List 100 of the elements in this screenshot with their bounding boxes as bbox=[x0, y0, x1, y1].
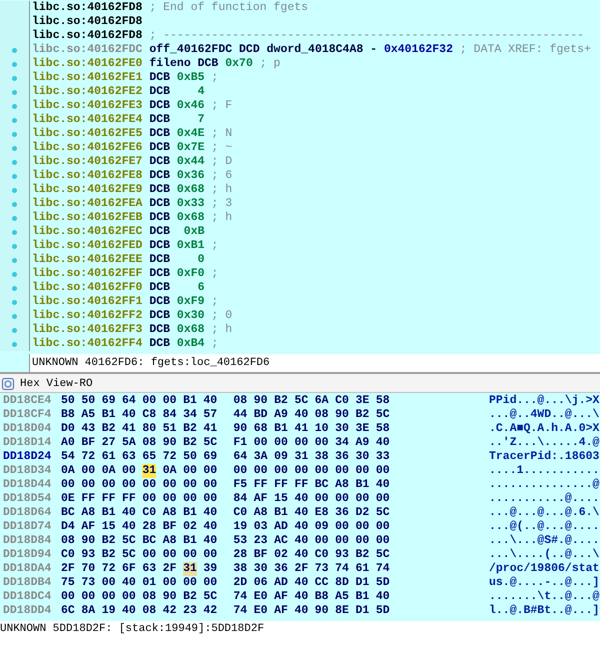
hex-byte[interactable]: 90 bbox=[335, 408, 349, 422]
hex-byte[interactable]: 00 bbox=[355, 534, 370, 548]
hex-byte[interactable]: 64 bbox=[233, 450, 248, 464]
hex-byte[interactable]: B8 bbox=[314, 590, 329, 604]
hex-byte[interactable]: 40 bbox=[122, 576, 136, 590]
hex-byte[interactable]: 63 bbox=[142, 562, 156, 576]
hex-byte[interactable]: B2 bbox=[274, 394, 288, 408]
hex-byte[interactable]: 00 bbox=[274, 464, 288, 478]
hex-byte[interactable]: 61 bbox=[102, 450, 116, 464]
hex-byte[interactable]: A8 bbox=[335, 478, 349, 492]
hex-byte[interactable]: 42 bbox=[162, 604, 177, 618]
hex-byte[interactable]: B1 bbox=[274, 422, 288, 436]
hex-byte[interactable]: 63 bbox=[122, 450, 136, 464]
hex-byte[interactable]: 00 bbox=[102, 576, 116, 590]
hex-byte[interactable]: AC bbox=[274, 534, 288, 548]
hex-byte[interactable]: 00 bbox=[274, 436, 288, 450]
hex-byte[interactable]: 30 bbox=[355, 450, 370, 464]
hex-byte[interactable]: FF bbox=[122, 492, 136, 506]
hex-byte[interactable]: 43 bbox=[81, 422, 96, 436]
hex-byte[interactable]: 5C bbox=[376, 548, 390, 562]
hex-byte[interactable]: A8 bbox=[81, 506, 96, 520]
hex-byte[interactable]: 5C bbox=[376, 408, 390, 422]
hex-byte[interactable]: 50 bbox=[81, 394, 96, 408]
hex-byte[interactable]: E8 bbox=[314, 506, 329, 520]
hex-byte[interactable]: 00 bbox=[102, 478, 116, 492]
hex-byte[interactable]: 00 bbox=[203, 548, 218, 562]
hex-byte[interactable]: 8A bbox=[81, 604, 96, 618]
hex-byte[interactable]: 72 bbox=[162, 450, 177, 464]
hex-byte[interactable]: 93 bbox=[81, 548, 96, 562]
hex-byte[interactable]: 00 bbox=[81, 590, 96, 604]
hex-byte[interactable]: 80 bbox=[142, 422, 156, 436]
hex-byte[interactable]: 09 bbox=[314, 520, 329, 534]
hex-byte[interactable]: 00 bbox=[162, 492, 177, 506]
hex-byte[interactable]: 01 bbox=[142, 576, 156, 590]
hex-byte[interactable]: B8 bbox=[61, 408, 75, 422]
hex-byte[interactable]: CC bbox=[314, 576, 329, 590]
hex-byte[interactable]: 36 bbox=[335, 506, 349, 520]
hex-byte[interactable]: 00 bbox=[183, 478, 197, 492]
hex-byte[interactable]: AF bbox=[274, 604, 288, 618]
hex-byte[interactable]: 00 bbox=[142, 394, 156, 408]
hex-byte[interactable]: 00 bbox=[162, 394, 177, 408]
hex-byte[interactable]: 10 bbox=[314, 422, 329, 436]
hex-byte[interactable]: 06 bbox=[254, 576, 268, 590]
hex-byte[interactable]: 00 bbox=[203, 478, 218, 492]
hex-byte[interactable]: BC bbox=[142, 534, 156, 548]
hex-byte[interactable]: 40 bbox=[122, 408, 136, 422]
hex-byte[interactable]: FF bbox=[102, 492, 116, 506]
hex-byte[interactable]: 5A bbox=[122, 436, 136, 450]
hex-byte[interactable]: FF bbox=[81, 492, 96, 506]
hex-byte[interactable]: 5C bbox=[203, 436, 218, 450]
hex-byte[interactable]: 00 bbox=[376, 520, 390, 534]
hex-byte[interactable]: C0 bbox=[142, 506, 156, 520]
hex-byte[interactable]: 03 bbox=[254, 520, 268, 534]
hex-byte[interactable]: B1 bbox=[183, 534, 197, 548]
hex-byte[interactable]: 00 bbox=[61, 478, 75, 492]
hex-byte[interactable]: 5C bbox=[122, 534, 136, 548]
hex-byte[interactable]: 00 bbox=[122, 590, 136, 604]
hex-byte[interactable]: 42 bbox=[203, 604, 218, 618]
hex-byte[interactable]: C8 bbox=[142, 408, 156, 422]
hex-byte[interactable]: 00 bbox=[142, 492, 156, 506]
hex-byte[interactable]: 74 bbox=[233, 590, 248, 604]
hex-byte[interactable]: 6A bbox=[314, 394, 329, 408]
hex-byte[interactable]: A9 bbox=[355, 436, 370, 450]
hex-byte[interactable]: AF bbox=[274, 590, 288, 604]
hex-byte[interactable]: A0 bbox=[61, 436, 75, 450]
hex-byte[interactable]: BF bbox=[162, 520, 177, 534]
hex-byte[interactable]: 90 bbox=[233, 422, 248, 436]
hex-byte[interactable]: 00 bbox=[355, 520, 370, 534]
hex-byte[interactable]: 40 bbox=[203, 520, 218, 534]
hex-byte[interactable]: 33 bbox=[376, 450, 390, 464]
hex-byte[interactable]: 40 bbox=[294, 520, 308, 534]
hex-byte[interactable]: 00 bbox=[81, 478, 96, 492]
hex-byte[interactable]: 5C bbox=[203, 590, 218, 604]
hex-byte[interactable]: 27 bbox=[102, 436, 116, 450]
hex-byte[interactable]: 40 bbox=[203, 534, 218, 548]
hex-byte[interactable]: 2D bbox=[233, 576, 248, 590]
hex-byte[interactable]: 08 bbox=[142, 590, 156, 604]
hex-byte[interactable]: 08 bbox=[61, 534, 75, 548]
hex-byte[interactable]: 00 bbox=[61, 590, 75, 604]
hex-byte[interactable]: 00 bbox=[294, 436, 308, 450]
hex-byte[interactable]: FF bbox=[294, 478, 308, 492]
hex-byte[interactable]: D4 bbox=[61, 520, 75, 534]
hex-byte[interactable]: 40 bbox=[376, 478, 390, 492]
hex-byte[interactable]: 5D bbox=[376, 604, 390, 618]
hex-byte[interactable]: 09 bbox=[274, 450, 288, 464]
hex-byte[interactable]: 00 bbox=[314, 534, 329, 548]
hex-byte[interactable]: 00 bbox=[335, 492, 349, 506]
hex-byte[interactable]: 00 bbox=[183, 576, 197, 590]
hex-byte[interactable]: C0 bbox=[314, 548, 329, 562]
hex-byte[interactable]: 57 bbox=[203, 408, 218, 422]
hex-byte[interactable]: F1 bbox=[233, 436, 248, 450]
hex-byte[interactable]: D1 bbox=[355, 576, 370, 590]
hex-byte[interactable]: 72 bbox=[102, 562, 116, 576]
hex-byte[interactable]: 40 bbox=[122, 604, 136, 618]
hex-byte[interactable]: B2 bbox=[102, 548, 116, 562]
hex-byte[interactable]: 00 bbox=[162, 576, 177, 590]
hex-byte[interactable]: 00 bbox=[102, 590, 116, 604]
hex-byte[interactable]: 08 bbox=[233, 394, 248, 408]
hex-byte[interactable]: 41 bbox=[122, 422, 136, 436]
hex-byte[interactable]: 84 bbox=[233, 492, 248, 506]
